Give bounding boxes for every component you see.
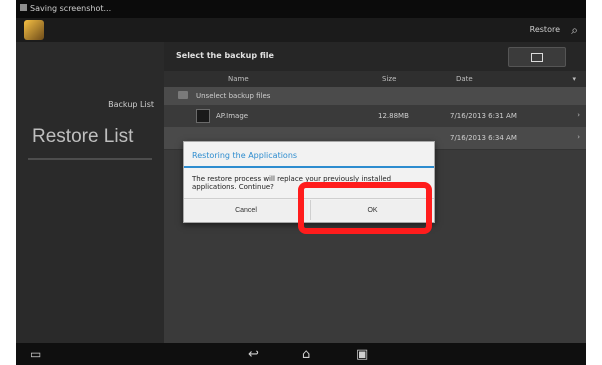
- restore-confirm-dialog: Restoring the Applications The restore p…: [183, 141, 435, 223]
- navigation-bar: ▭ ↩ ⌂ ▣: [16, 343, 586, 365]
- folder-icon: [178, 91, 188, 99]
- main-header: Select the backup file: [164, 42, 586, 71]
- search-icon[interactable]: ⌕: [571, 23, 578, 38]
- ok-button[interactable]: OK: [310, 200, 434, 220]
- cancel-button[interactable]: Cancel: [184, 200, 308, 220]
- square-icon: [531, 52, 543, 62]
- menu-icon[interactable]: ▭: [30, 347, 41, 361]
- sidebar-item-backup-list[interactable]: Backup List: [108, 100, 154, 109]
- row-date: 7/16/2013 6:34 AM: [450, 134, 517, 142]
- back-icon[interactable]: ↩: [248, 347, 259, 362]
- sort-chevron-icon[interactable]: ▾: [572, 75, 576, 83]
- dialog-title-separator: [184, 166, 434, 168]
- row-name: AP.Image: [216, 112, 249, 120]
- table-row[interactable]: AP.Image 12.88MB 7/16/2013 6:31 AM ›: [164, 105, 586, 128]
- row-chevron-icon[interactable]: ›: [577, 111, 580, 119]
- column-date[interactable]: Date: [456, 75, 473, 83]
- folder-row-label: Unselect backup files: [196, 92, 271, 100]
- view-toggle-button[interactable]: [508, 47, 566, 67]
- device-frame: Saving screenshot... Restore ⌕ Backup Li…: [0, 0, 602, 365]
- sidebar-item-restore-list[interactable]: Restore List: [32, 126, 133, 148]
- status-bar: Saving screenshot...: [16, 0, 586, 18]
- column-headers: Name Size Date ▾: [164, 71, 586, 87]
- sidebar-selected-underline: [28, 158, 152, 160]
- dialog-button-separator: [184, 198, 434, 199]
- backup-file-icon: [196, 109, 210, 123]
- action-bar: Restore ⌕: [16, 18, 586, 43]
- sidebar: Backup List Restore List: [16, 42, 165, 343]
- status-image-icon: [20, 4, 27, 11]
- status-text: Saving screenshot...: [30, 4, 112, 13]
- row-chevron-icon[interactable]: ›: [577, 133, 580, 141]
- select-backup-title: Select the backup file: [176, 51, 274, 60]
- column-name[interactable]: Name: [228, 75, 249, 83]
- column-size[interactable]: Size: [382, 75, 396, 83]
- dialog-message: The restore process will replace your pr…: [192, 175, 392, 191]
- dialog-title: Restoring the Applications: [192, 151, 298, 160]
- action-bar-text[interactable]: Restore: [530, 25, 560, 34]
- home-icon[interactable]: ⌂: [302, 347, 310, 362]
- app-icon[interactable]: [24, 20, 44, 40]
- recent-apps-icon[interactable]: ▣: [356, 347, 368, 362]
- row-size: 12.88MB: [378, 112, 409, 120]
- folder-row[interactable]: Unselect backup files: [164, 87, 586, 105]
- row-date: 7/16/2013 6:31 AM: [450, 112, 517, 120]
